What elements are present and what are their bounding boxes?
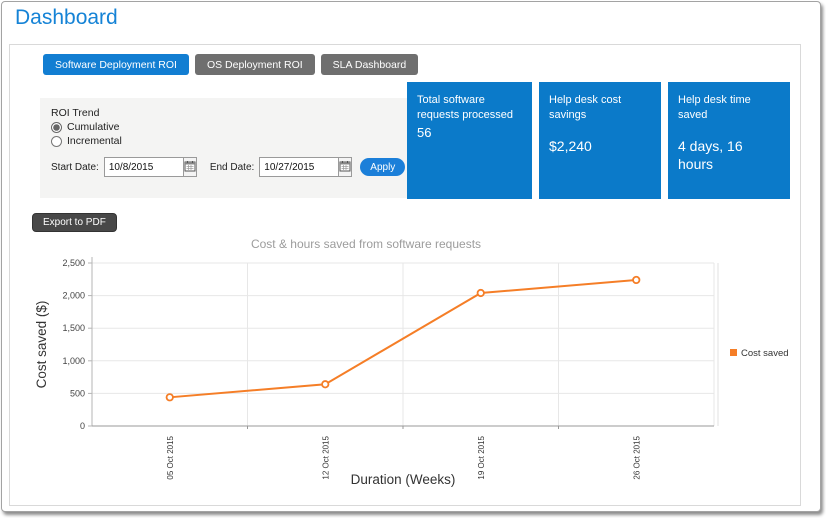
- svg-text:Cost saved: Cost saved: [741, 348, 789, 359]
- dashboard-window: Dashboard Software Deployment ROI OS Dep…: [0, 0, 826, 518]
- incremental-radio-label: Incremental: [67, 135, 122, 147]
- cumulative-radio-label: Cumulative: [67, 121, 120, 133]
- svg-text:1,000: 1,000: [62, 356, 85, 366]
- roi-chart: 0 500 1,000 1,500 2,000 2,500 05 Oct 2015 12 Oc…: [12, 249, 800, 501]
- card-value: 56: [417, 125, 522, 142]
- start-date-calendar-button[interactable]: [184, 157, 197, 177]
- end-date-calendar-button[interactable]: [339, 157, 352, 177]
- end-date-label: End Date:: [210, 162, 254, 173]
- calendar-icon: [184, 160, 196, 175]
- calendar-icon: [339, 160, 351, 175]
- page-title: Dashboard: [15, 6, 118, 30]
- svg-text:Cost saved ($): Cost saved ($): [34, 301, 49, 389]
- svg-text:2,500: 2,500: [62, 258, 85, 268]
- svg-text:Duration (Weeks): Duration (Weeks): [351, 472, 456, 487]
- card-label: Total software requests processed: [417, 93, 522, 123]
- roi-trend-label: ROI Trend: [51, 107, 399, 119]
- svg-text:05 Oct 2015: 05 Oct 2015: [166, 435, 175, 479]
- dashboard-panel: Software Deployment ROI OS Deployment RO…: [9, 44, 801, 506]
- svg-text:500: 500: [70, 388, 85, 398]
- window-frame: Dashboard Software Deployment ROI OS Dep…: [1, 1, 821, 512]
- card-value: $2,240: [549, 137, 651, 155]
- start-date-label: Start Date:: [51, 162, 99, 173]
- tab-os-deployment-roi[interactable]: OS Deployment ROI: [195, 54, 315, 75]
- card-help-desk-cost-savings: Help desk cost savings $2,240: [539, 82, 661, 199]
- svg-text:0: 0: [80, 421, 85, 431]
- card-label: Help desk cost savings: [549, 93, 651, 123]
- svg-text:26 Oct 2015: 26 Oct 2015: [632, 435, 641, 479]
- svg-text:2,000: 2,000: [62, 291, 85, 301]
- kpi-cards: Total software requests processed 56 Hel…: [407, 82, 790, 199]
- tab-sla-dashboard[interactable]: SLA Dashboard: [321, 54, 419, 75]
- end-date-input[interactable]: [259, 157, 339, 177]
- card-label: Help desk time saved: [678, 93, 780, 123]
- svg-text:1,500: 1,500: [62, 323, 85, 333]
- svg-text:12 Oct 2015: 12 Oct 2015: [321, 435, 330, 479]
- export-to-pdf-button[interactable]: Export to PDF: [32, 213, 117, 232]
- svg-text:19 Oct 2015: 19 Oct 2015: [477, 435, 486, 479]
- card-value: 4 days, 16 hours: [678, 137, 780, 173]
- card-total-software-requests: Total software requests processed 56: [407, 82, 532, 199]
- incremental-radio[interactable]: [51, 136, 62, 147]
- tab-bar: Software Deployment ROI OS Deployment RO…: [43, 54, 418, 75]
- tab-software-deployment-roi[interactable]: Software Deployment ROI: [43, 54, 189, 75]
- card-help-desk-time-saved: Help desk time saved 4 days, 16 hours: [668, 82, 790, 199]
- start-date-input[interactable]: [104, 157, 184, 177]
- roi-trend-filter-panel: ROI Trend Cumulative Incremental Start D…: [40, 98, 410, 198]
- apply-button[interactable]: Apply: [360, 158, 405, 176]
- cumulative-radio[interactable]: [51, 122, 62, 133]
